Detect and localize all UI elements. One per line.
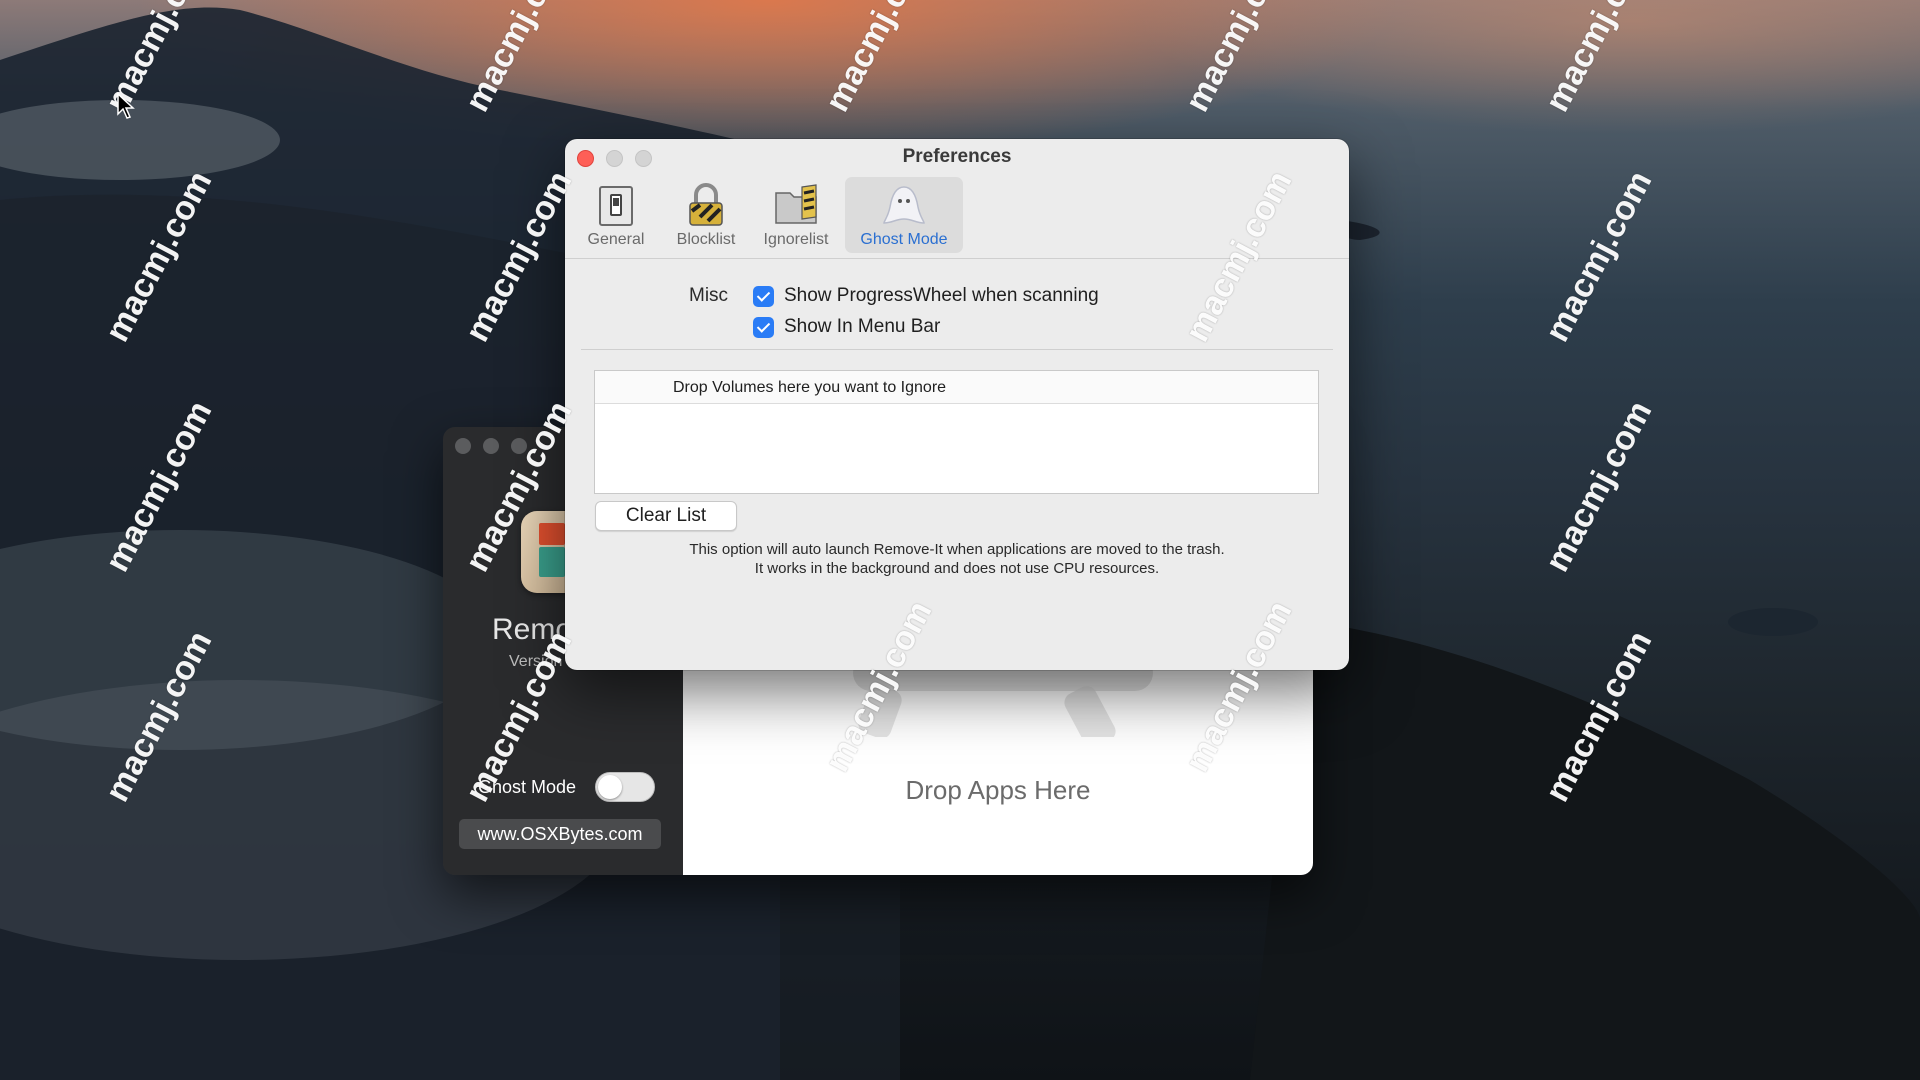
option-show-progresswheel[interactable]: Show ProgressWheel when scanning — [753, 285, 1099, 307]
checkbox[interactable] — [753, 285, 774, 307]
tab-label: General — [587, 231, 645, 248]
preferences-window: Preferences General Blocklist Ignorelist… — [565, 139, 1349, 670]
option-label: Show ProgressWheel when scanning — [784, 285, 1099, 306]
switch-icon — [599, 186, 633, 226]
zoom-button[interactable] — [511, 438, 527, 454]
ghost-mode-label: Ghost Mode — [478, 777, 577, 797]
tab-general[interactable]: General — [575, 177, 657, 253]
app-name: Remo — [492, 613, 573, 646]
ghost-mode-toggle[interactable] — [595, 772, 655, 802]
section-divider — [581, 349, 1333, 350]
ghost-mode-note-line2: It works in the background and does not … — [754, 560, 1160, 577]
toolbar-divider — [565, 258, 1349, 259]
tab-ghost-mode[interactable]: Ghost Mode — [845, 177, 963, 253]
misc-label: Misc — [689, 285, 729, 306]
app-version: Version — [509, 653, 563, 670]
option-show-in-menu-bar[interactable]: Show In Menu Bar — [753, 316, 940, 338]
website-button[interactable]: www.OSXBytes.com — [459, 819, 661, 849]
tab-blocklist[interactable]: Blocklist — [665, 177, 747, 253]
drop-apps-label: Drop Apps Here — [905, 775, 1091, 805]
tab-label: Ghost Mode — [860, 231, 948, 248]
tab-ignorelist[interactable]: Ignorelist — [755, 177, 837, 253]
window-controls — [455, 438, 527, 454]
window-title: Preferences — [902, 146, 1012, 167]
option-label: Show In Menu Bar — [784, 316, 941, 337]
table-header: Drop Volumes here you want to Ignore — [595, 371, 1318, 404]
folder-icon — [775, 184, 817, 224]
mouse-cursor-icon — [117, 92, 135, 119]
tab-label: Blocklist — [676, 231, 736, 248]
checkbox[interactable] — [753, 316, 774, 338]
preferences-toolbar: General Blocklist Ignorelist Ghost Mode — [575, 177, 963, 253]
close-button[interactable] — [455, 438, 471, 454]
padlock-icon — [689, 183, 723, 226]
ignored-volumes-table[interactable]: Drop Volumes here you want to Ignore — [594, 370, 1319, 494]
clear-list-button[interactable]: Clear List — [595, 501, 737, 531]
ghost-icon — [883, 186, 925, 224]
minimize-button[interactable] — [483, 438, 499, 454]
ghost-mode-note-line1: This option will auto launch Remove-It w… — [689, 541, 1225, 558]
tab-label: Ignorelist — [763, 231, 829, 248]
